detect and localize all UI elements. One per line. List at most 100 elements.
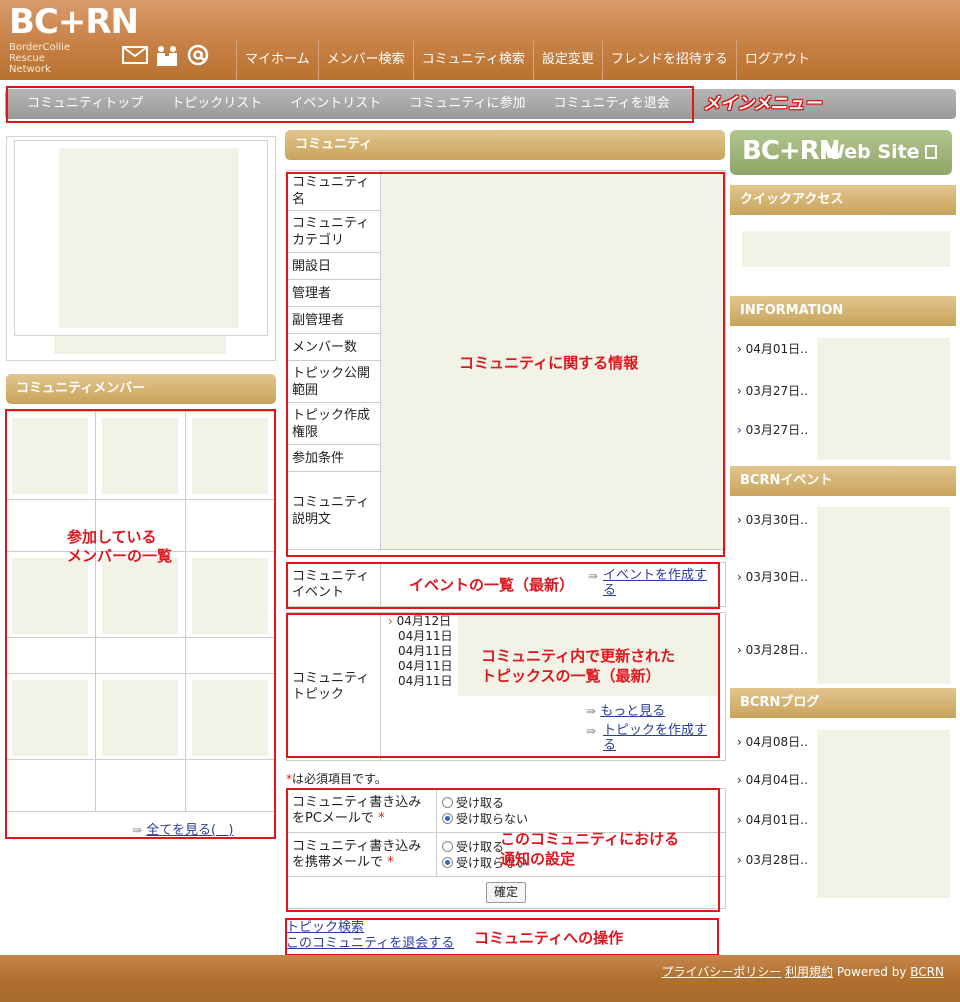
at-icon[interactable] — [186, 43, 210, 73]
notif-pc-options: 受け取る 受け取らない — [436, 788, 726, 833]
blog-date: 04月04日 — [745, 773, 801, 787]
menu-topic-list[interactable]: トピックリスト — [157, 89, 276, 119]
radio-pc-no[interactable] — [442, 813, 453, 824]
see-all-link[interactable]: 全てを見る( ) — [146, 823, 233, 838]
people-icon[interactable] — [154, 43, 180, 73]
nav-myhome[interactable]: マイホーム — [236, 40, 318, 80]
notif-mobile-no[interactable]: 受け取らない — [442, 855, 720, 871]
create-event-link[interactable]: イベントを作成する — [603, 568, 719, 598]
info-label-subadmin: 副管理者 — [286, 306, 381, 334]
info-label-description: コミュニティ説明文 — [286, 471, 381, 550]
topic-item[interactable]: 04月11日 — [388, 644, 453, 659]
member-name-cell[interactable] — [186, 638, 276, 674]
nav-member-search[interactable]: メンバー検索 — [317, 40, 413, 80]
event-item[interactable]: › 03月30日‥ — [737, 568, 808, 585]
info-label-topic-permission: トピック作成権限 — [286, 402, 381, 445]
topic-item[interactable]: 04月11日 — [388, 629, 453, 644]
member-photo — [192, 558, 268, 634]
information-titles — [817, 338, 950, 460]
community-image[interactable] — [59, 148, 239, 328]
website-label: Web Site — [824, 141, 920, 163]
quick-access-box[interactable] — [742, 231, 950, 267]
member-name-cell[interactable] — [96, 638, 186, 674]
terms-link[interactable]: 利用規約 — [785, 965, 833, 979]
member-cell[interactable] — [186, 674, 276, 760]
required-note-text: は必須項目です。 — [292, 772, 387, 786]
website-banner[interactable]: BC+RN Web Site — [730, 130, 952, 175]
topic-date: 04月11日 — [398, 629, 453, 643]
member-name-cell[interactable] — [6, 760, 96, 812]
annotation-info: コミュニティに関する情報 — [459, 354, 639, 372]
topic-item[interactable]: 04月11日 — [388, 674, 453, 689]
mail-icon[interactable] — [122, 45, 148, 71]
event-item[interactable]: › 03月30日‥ — [737, 511, 808, 528]
member-list: ⇛ 全てを見る( ) — [6, 411, 276, 839]
blog-item[interactable]: › 04月08日‥ — [737, 733, 808, 750]
event-date: 03月30日 — [745, 513, 801, 527]
information-item[interactable]: › 04月01日‥ — [737, 340, 808, 357]
topic-item[interactable]: 04月11日 — [388, 659, 453, 674]
members-title: コミュニティメンバー — [6, 374, 276, 404]
privacy-link[interactable]: プライバシーポリシー — [661, 965, 781, 979]
confirm-cell: 確定 — [286, 876, 726, 909]
info-label-join-condition: 参加条件 — [286, 444, 381, 472]
required-mark: * — [387, 854, 394, 870]
powered-by: Powered by — [836, 965, 907, 979]
blog-date: 04月08日 — [745, 735, 801, 749]
menu-join-community[interactable]: コミュニティに参加 — [395, 89, 539, 119]
bullet-icon: › — [737, 423, 742, 437]
member-cell[interactable] — [186, 412, 276, 500]
member-name-cell[interactable] — [96, 760, 186, 812]
information-item[interactable]: › 03月27日‥ — [737, 421, 808, 438]
nav-community-search[interactable]: コミュニティ検索 — [412, 40, 533, 80]
annotation-members-1: 参加している — [67, 528, 157, 546]
topic-item[interactable]: › 04月12日 — [388, 614, 453, 629]
nav-settings[interactable]: 設定変更 — [532, 40, 602, 80]
brand-link[interactable]: BCRN — [910, 965, 944, 979]
info-label-admin: 管理者 — [286, 279, 381, 307]
member-photo — [102, 558, 178, 634]
member-photo — [12, 558, 88, 634]
blog-date: 03月28日 — [745, 853, 801, 867]
confirm-button[interactable]: 確定 — [485, 882, 526, 903]
notif-pc-no[interactable]: 受け取らない — [442, 811, 720, 827]
nav-invite[interactable]: フレンドを招待する — [601, 40, 736, 80]
blog-item[interactable]: › 04月01日‥ — [737, 811, 808, 828]
info-label-opened: 開設日 — [286, 252, 381, 280]
topic-list: › 04月12日 04月11日 04月11日 04月11日 04月11日 — [388, 614, 453, 689]
arrow-icon: ⇛ — [586, 724, 597, 738]
blog-item[interactable]: › 03月28日‥ — [737, 851, 808, 868]
radio-mobile-yes[interactable] — [442, 841, 453, 852]
member-name-cell[interactable] — [186, 500, 276, 552]
nav-logout[interactable]: ログアウト — [735, 40, 818, 80]
topic-date: 04月11日 — [398, 674, 453, 688]
notif-pc-yes[interactable]: 受け取る — [442, 795, 720, 811]
member-cell[interactable] — [96, 674, 186, 760]
menu-event-list[interactable]: イベントリスト — [276, 89, 395, 119]
menu-community-top[interactable]: コミュニティトップ — [13, 89, 157, 119]
annotation-topics-1: コミュニティ内で更新された — [481, 647, 676, 665]
member-grid — [6, 411, 276, 812]
more-link[interactable]: もっと見る — [600, 704, 665, 719]
menu-leave-community[interactable]: コミュニティを退会 — [540, 89, 684, 119]
topic-search-link[interactable]: トピック検索 — [286, 920, 364, 935]
event-item[interactable]: › 03月28日‥ — [737, 641, 808, 658]
member-cell[interactable] — [6, 412, 96, 500]
member-cell[interactable] — [96, 412, 186, 500]
member-name-cell[interactable] — [186, 760, 276, 812]
create-topic-link[interactable]: トピックを作成する — [603, 723, 719, 753]
events-titles — [817, 507, 950, 684]
blog-item[interactable]: › 04月04日‥ — [737, 771, 808, 788]
radio-mobile-no[interactable] — [442, 857, 453, 868]
member-name-cell[interactable] — [6, 638, 96, 674]
information-item[interactable]: › 03月27日‥ — [737, 382, 808, 399]
member-photo — [12, 418, 88, 494]
member-cell[interactable] — [186, 552, 276, 638]
radio-pc-yes[interactable] — [442, 797, 453, 808]
logo[interactable]: BC+RN BorderCollie Rescue Network — [9, 2, 139, 78]
info-label-members: メンバー数 — [286, 333, 381, 361]
leave-community-link[interactable]: このコミュニティを退会する — [286, 936, 454, 951]
info-date: 03月27日 — [745, 423, 801, 437]
event-date: 03月28日 — [745, 643, 801, 657]
member-cell[interactable] — [6, 674, 96, 760]
